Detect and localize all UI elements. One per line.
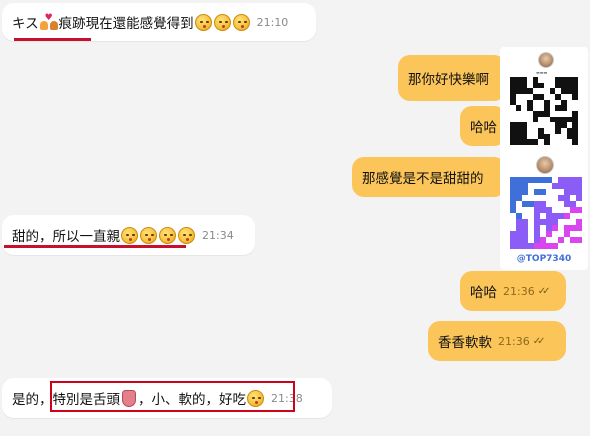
kiss-emoji-icon [232, 13, 250, 31]
avatar [536, 156, 554, 174]
qr-code-top [510, 77, 578, 145]
message-text-before: 是的， [12, 392, 53, 408]
message-outgoing-3[interactable]: 那感覺是不是甜甜的 [352, 157, 506, 197]
kiss-emoji-icon [178, 226, 195, 244]
message-incoming-2[interactable]: 甜的，所以一直親 21:34 [2, 215, 255, 255]
kiss-emoji-icon [121, 226, 138, 244]
message-text-highlight: 特別是舌頭 [52, 392, 121, 408]
read-check-icon: ✓✓ [537, 285, 551, 297]
message-incoming-1[interactable]: キス ♥ 痕跡現在還能感覺得到 21:10 [2, 3, 316, 41]
message-text: 痕跡現在還能感覺得到 [58, 16, 194, 32]
annotation-underline [14, 38, 91, 41]
qr-overlay-panel: ▬▬▬ [500, 47, 588, 270]
message-time: 21:34 [202, 228, 234, 242]
message-time: 21:36 [503, 284, 535, 298]
read-check-icon: ✓✓ [532, 335, 546, 347]
message-text: 哈哈 [470, 285, 497, 301]
message-incoming-3[interactable]: 是的， 特別是舌頭 ，小、軟的，好吃 21:38 [2, 378, 332, 418]
message-text-after: ，小、軟的，好吃 [138, 392, 246, 408]
message-time: 21:10 [256, 15, 289, 29]
message-outgoing-4[interactable]: 哈哈 21:36 ✓✓ [460, 271, 566, 311]
message-outgoing-1[interactable]: 那你好快樂啊 [398, 55, 506, 101]
overlay-handle: @TOP7340 [516, 254, 572, 264]
kiss-emoji-icon [140, 226, 157, 244]
message-text: 那感覺是不是甜甜的 [362, 171, 484, 187]
message-text: 哈哈 [470, 120, 497, 136]
kiss-emoji-icon [194, 13, 212, 31]
kiss-emoji-icon [159, 226, 176, 244]
avatar [538, 52, 554, 68]
couple-kiss-icon: ♥ [39, 14, 58, 30]
overlay-caption-mark: ▬▬▬ [536, 70, 548, 75]
message-text: 香香軟軟 [438, 335, 492, 351]
message-outgoing-5[interactable]: 香香軟軟 21:36 ✓✓ [428, 321, 566, 361]
message-text-prefix: キス [12, 16, 39, 32]
smile-emoji-icon [247, 389, 264, 407]
qr-code-bottom [510, 177, 582, 249]
message-text: 甜的，所以一直親 [12, 229, 120, 245]
message-time: 21:36 [498, 334, 530, 348]
message-time: 21:38 [271, 391, 303, 405]
tongue-icon [122, 389, 136, 407]
annotation-underline [4, 245, 186, 248]
kiss-emoji-icon [213, 13, 231, 31]
message-text: 那你好快樂啊 [408, 72, 489, 88]
